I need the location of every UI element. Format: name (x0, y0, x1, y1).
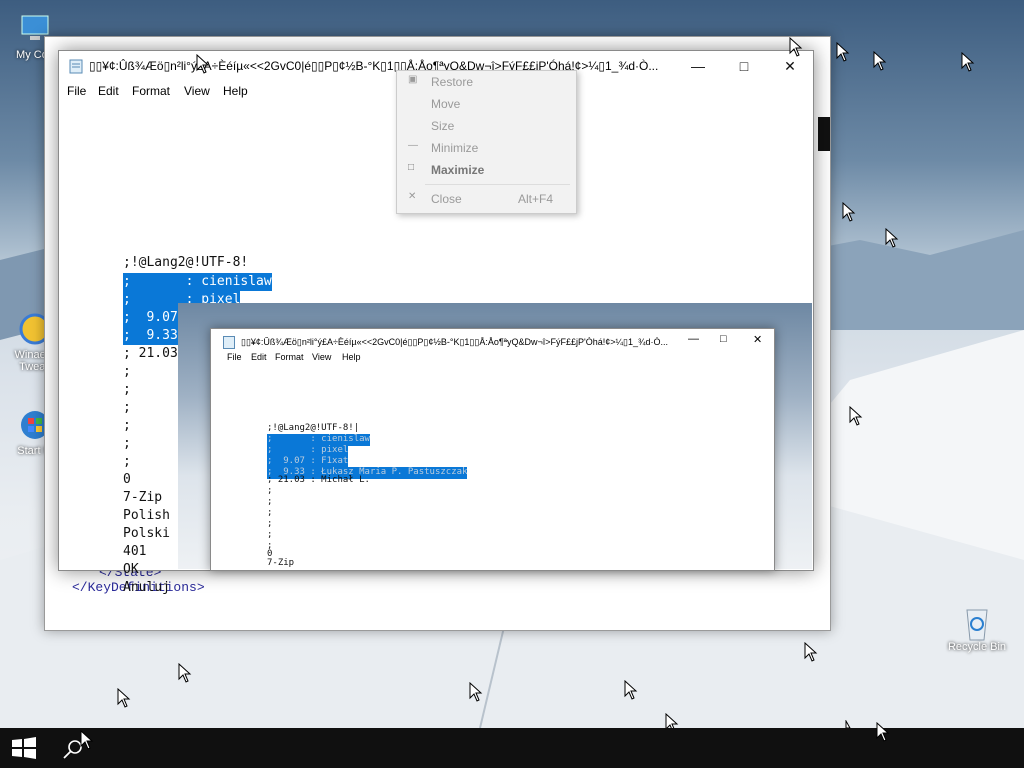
nested-minimize-icon[interactable]: — (688, 333, 699, 345)
maximize-icon: □ (408, 162, 415, 173)
nested-selected-line: ; : pixel (267, 445, 349, 457)
menu-item-label: Minimize (431, 141, 479, 155)
menu-item-close[interactable]: ✕ Close Alt+F4 (397, 188, 576, 210)
recycle-bin-icon (960, 604, 994, 641)
menu-item-move[interactable]: Move (397, 93, 576, 115)
mouse-cursor-icon (876, 722, 890, 742)
menu-view[interactable]: View (184, 84, 210, 98)
nested-selected-line: ; : cienislaw (267, 434, 370, 446)
text-line: Anuluj (123, 580, 170, 595)
selected-text-line: ; : cienislaw (123, 273, 272, 291)
text-line: ; (123, 364, 131, 379)
text-line: ; (123, 382, 131, 397)
menu-item-minimize[interactable]: — Minimize (397, 137, 576, 159)
text-line: ;!@Lang2@!UTF-8! (123, 255, 249, 270)
mouse-cursor-icon (469, 682, 483, 702)
nested-text-line: ;!@Lang2@!UTF-8!| (267, 423, 360, 433)
menu-separator (425, 184, 570, 185)
nested-menu-file[interactable]: File (227, 352, 242, 362)
menu-item-label: Move (431, 97, 461, 111)
mouse-cursor-icon (789, 37, 803, 57)
menu-item-shortcut: Alt+F4 (518, 192, 554, 206)
nested-menu-view[interactable]: View (312, 352, 331, 362)
mouse-cursor-icon (80, 730, 94, 750)
nested-text-line: ; (267, 530, 273, 540)
minimize-icon: — (408, 140, 418, 151)
text-line: ; (123, 400, 131, 415)
text-line: ; (123, 436, 131, 451)
close-icon: ✕ (408, 191, 417, 202)
text-line: 7-Zip (123, 490, 163, 505)
menu-item-maximize[interactable]: □ Maximize (397, 159, 576, 181)
menu-item-label: Size (431, 119, 455, 133)
mouse-cursor-icon (873, 51, 887, 71)
text-line: Polish (123, 508, 170, 523)
text-line: 0 (123, 472, 131, 487)
nested-notepad-icon (223, 336, 235, 349)
notepad-icon[interactable] (69, 58, 83, 74)
mouse-cursor-icon (885, 228, 899, 248)
window-system-menu: ▣ Restore Move Size — Minimize □ Maximiz… (396, 70, 577, 214)
desktop-icon-recycle-bin[interactable]: Recycle Bin (942, 604, 1012, 653)
menu-file[interactable]: File (67, 84, 86, 98)
nested-text-line: ; (267, 519, 273, 529)
mouse-cursor-icon (196, 54, 210, 74)
menu-format[interactable]: Format (132, 84, 170, 98)
menu-item-label: Restore (431, 75, 474, 89)
mouse-cursor-icon (804, 642, 818, 662)
nested-notepad-window[interactable]: ▯▯¥¢:Ûß¾Æö▯n²li°ý£A÷Èéíµ«<<2GvC0|é▯▯P▯¢½… (210, 328, 775, 571)
mouse-cursor-icon (178, 663, 192, 683)
nested-window-title: ▯▯¥¢:Ûß¾Æö▯n²li°ý£A÷Èéíµ«<<2GvC0|é▯▯P▯¢½… (241, 337, 668, 347)
close-icon: ✕ (784, 57, 796, 74)
nested-menu-help[interactable]: Help (342, 352, 361, 362)
text-line: Polski (123, 526, 170, 541)
mouse-cursor-icon (842, 202, 856, 222)
nested-maximize-icon[interactable]: □ (720, 333, 727, 345)
desktop-icon-label: Recycle Bin (947, 641, 1007, 653)
nested-text-line: 7-Zip (267, 558, 295, 568)
nested-text-line: ; (267, 508, 273, 518)
background-window-scrollbar[interactable] (818, 117, 830, 151)
maximize-icon: □ (739, 58, 749, 74)
nested-text-line: ; 21.03 : Michał L. (267, 475, 370, 485)
start-button[interactable] (10, 736, 38, 760)
mouse-cursor-icon (849, 406, 863, 426)
menu-item-label: Close (431, 192, 462, 206)
nested-menu-format[interactable]: Format (275, 352, 304, 362)
mouse-cursor-icon (624, 680, 638, 700)
menu-edit[interactable]: Edit (98, 84, 119, 98)
nested-selected-line: ; 9.07 : F1xat (267, 456, 349, 468)
mouse-cursor-icon (117, 688, 131, 708)
taskbar (0, 722, 1024, 768)
text-line: ; (123, 454, 131, 469)
nested-menu-edit[interactable]: Edit (251, 352, 267, 362)
maximize-button[interactable]: □ (721, 51, 767, 81)
nested-text-line: ; (267, 497, 273, 507)
menu-item-size[interactable]: Size (397, 115, 576, 137)
minimize-icon: — (691, 58, 705, 74)
text-line: OK (123, 562, 139, 577)
text-line: 401 (123, 544, 147, 559)
restore-icon: ▣ (408, 74, 418, 85)
mouse-cursor-icon (961, 52, 975, 72)
menu-help[interactable]: Help (223, 84, 248, 98)
window-title: ▯▯¥¢:Ûß¾Æö▯n²li°ý£A÷Èéíµ«<<2GvC0|é▯▯P▯¢½… (89, 59, 659, 73)
text-line: ; (123, 418, 131, 433)
windows-logo-icon (12, 737, 36, 759)
nested-text-line: ; (267, 486, 273, 496)
mouse-cursor-icon (836, 42, 850, 62)
nested-close-icon[interactable]: ✕ (753, 333, 762, 346)
menu-item-label: Maximize (431, 163, 485, 177)
minimize-button[interactable]: — (675, 51, 721, 81)
menu-item-restore[interactable]: ▣ Restore (397, 71, 576, 93)
